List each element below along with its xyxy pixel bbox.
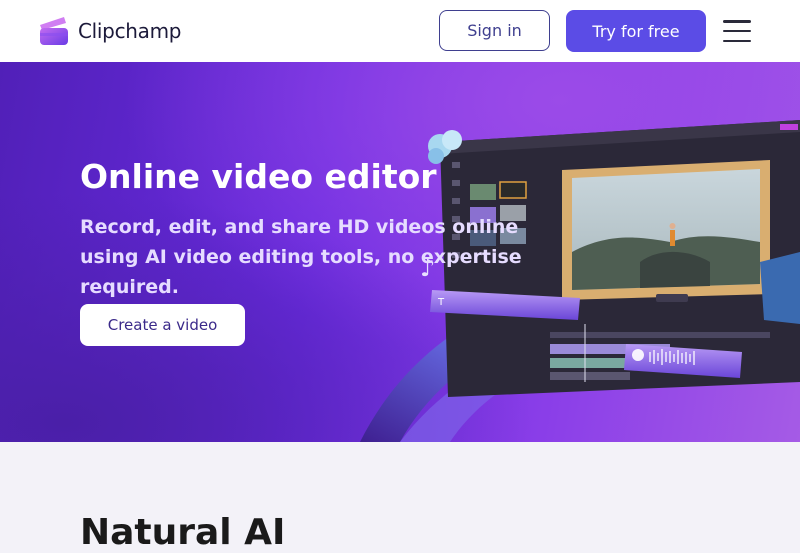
section-heading: Natural AI [80, 512, 286, 553]
editor-export-icon [780, 124, 798, 130]
hero-subtitle: Record, edit, and share HD videos online… [80, 216, 522, 298]
menu-line [723, 20, 751, 23]
clipchamp-logo-icon [40, 17, 68, 45]
site-header: Clipchamp Sign in Try for free [0, 0, 800, 63]
hero-title: Online video editor [80, 157, 437, 196]
play-button-icon [656, 294, 688, 302]
try-for-free-button[interactable]: Try for free [566, 10, 706, 52]
menu-line [723, 39, 751, 42]
audio-play-icon [632, 349, 644, 361]
hamburger-menu-icon[interactable] [722, 18, 752, 44]
side-card [760, 252, 800, 324]
preview-rock [640, 251, 710, 288]
brand-logo[interactable]: Clipchamp [38, 15, 181, 47]
menu-line [723, 29, 751, 33]
next-section: Natural AI [0, 442, 800, 553]
create-video-button[interactable]: Create a video [80, 304, 245, 346]
preview-person-head [669, 223, 676, 229]
sign-in-button[interactable]: Sign in [439, 10, 550, 51]
hero-section: T ♪ Online video editor Record, edit, an… [0, 62, 800, 442]
brand-name: Clipchamp [78, 19, 182, 43]
preview-person [670, 230, 675, 246]
